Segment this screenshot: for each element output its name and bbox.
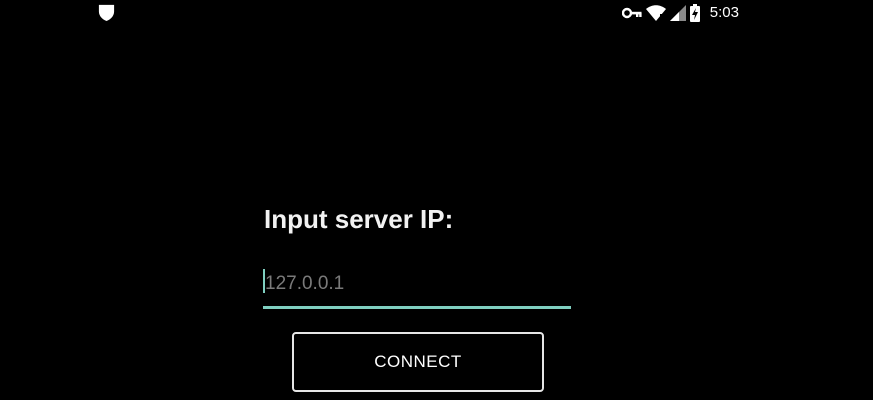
status-clock: 5:03	[709, 4, 739, 21]
wifi-icon	[645, 5, 666, 21]
vpn-key-icon	[621, 7, 642, 19]
status-bar: 5:03	[0, 0, 873, 26]
server-ip-prompt: Input server IP:	[264, 204, 454, 234]
shield-icon	[98, 4, 115, 22]
text-cursor	[263, 269, 265, 293]
cell-signal-icon	[669, 5, 686, 21]
server-ip-input[interactable]	[263, 262, 571, 306]
battery-charging-icon	[689, 4, 700, 22]
connect-button[interactable]: CONNECT	[292, 332, 544, 392]
status-icons: 5:03	[621, 3, 739, 23]
input-underline	[263, 306, 571, 309]
server-ip-field[interactable]	[263, 262, 571, 310]
